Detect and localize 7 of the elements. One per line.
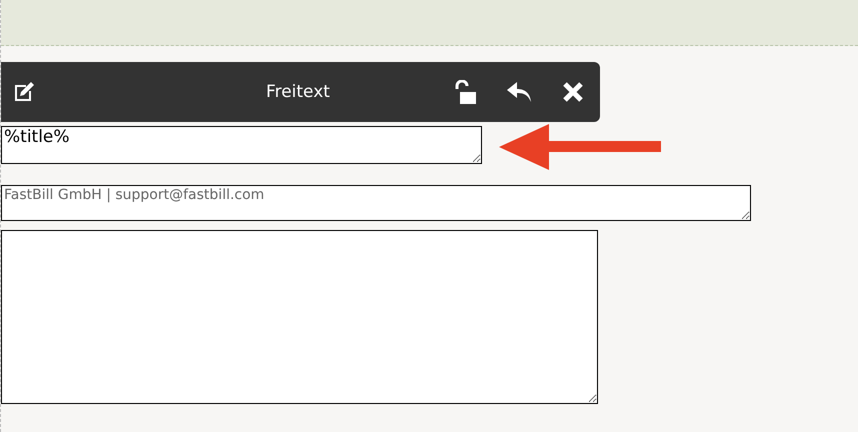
unlock-icon[interactable] (454, 80, 476, 104)
close-icon[interactable] (562, 81, 584, 103)
text-area[interactable]: %title% (1, 126, 482, 164)
reply-icon[interactable] (506, 81, 532, 103)
toolbar-title: Freitext (266, 82, 330, 102)
text-area[interactable]: FastBill GmbH | support@fastbill.com (1, 185, 751, 221)
edit-icon[interactable] (12, 80, 36, 104)
